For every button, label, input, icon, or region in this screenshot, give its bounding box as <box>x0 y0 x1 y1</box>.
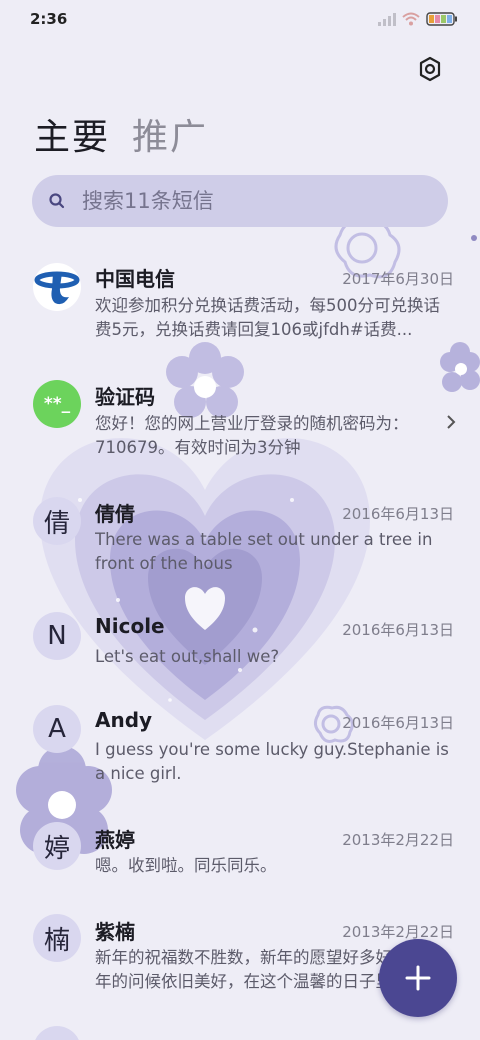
sender-name: 紫楠 <box>95 920 135 944</box>
status-bar: 2:36 <box>0 0 480 40</box>
message-date: 2016年6月13日 <box>342 714 454 732</box>
avatar: N <box>33 612 81 660</box>
message-preview: I guess you're some lucky guy.Stephanie … <box>95 740 449 783</box>
message-preview: 您好！您的网上营业厅登录的随机密码为：710679。有效时间为3分钟 <box>95 414 409 457</box>
message-date: 2016年6月13日 <box>342 505 454 523</box>
message-item-yanting[interactable]: 婷 燕婷 2013年2月22日 嗯。收到啦。同乐同乐。 <box>0 822 480 882</box>
wifi-icon <box>402 12 420 26</box>
avatar: 倩 <box>33 497 81 545</box>
plus-icon <box>405 965 431 991</box>
message-preview: Let's eat out,shall we? <box>95 647 280 666</box>
signal-icon <box>378 13 396 26</box>
search-bar[interactable] <box>32 175 448 227</box>
category-tabs: 主要 推广 <box>34 108 208 160</box>
message-preview: There was a table set out under a tree i… <box>95 530 433 573</box>
search-icon <box>49 193 65 209</box>
sender-name: Nicole <box>95 614 165 638</box>
new-message-button[interactable] <box>379 939 457 1017</box>
avatar: A <box>33 705 81 753</box>
status-icons <box>378 12 458 26</box>
message-item-verification-code[interactable]: **_ 验证码 您好！您的网上营业厅登录的随机密码为：710679。有效时间为3… <box>0 378 480 468</box>
message-item-andy[interactable]: A Andy 2016年6月13日 I guess you're some lu… <box>0 705 480 795</box>
battery-icon <box>426 12 457 26</box>
sender-name: 燕婷 <box>95 828 135 852</box>
tab-promotions[interactable]: 推广 <box>132 108 208 160</box>
sender-name: Andy <box>95 708 153 732</box>
avatar <box>33 1026 81 1040</box>
sender-name: 验证码 <box>95 385 155 409</box>
avatar: 婷 <box>33 822 81 870</box>
message-date: 2013年2月22日 <box>342 923 454 941</box>
message-preview: 欢迎参加积分兑换话费活动，每500分可兑换话费5元，兑换话费请回复106或jfd… <box>95 296 440 339</box>
tab-primary[interactable]: 主要 <box>34 108 110 160</box>
sender-name: 中国电信 <box>95 267 175 291</box>
message-date: 2016年6月13日 <box>342 621 454 639</box>
avatar: 楠 <box>33 914 81 962</box>
verification-code-icon: **_ <box>33 380 81 428</box>
message-item-partial[interactable] <box>0 1026 480 1040</box>
message-item-china-telecom[interactable]: 中国电信 2017年6月30日 欢迎参加积分兑换话费活动，每500分可兑换话费5… <box>0 255 480 355</box>
message-date: 2017年6月30日 <box>342 270 454 288</box>
message-item-qianqian[interactable]: 倩 倩倩 2016年6月13日 There was a table set ou… <box>0 495 480 585</box>
message-item-nicole[interactable]: N Nicole 2016年6月13日 Let's eat out,shall … <box>0 612 480 672</box>
settings-gear-icon[interactable] <box>416 55 444 83</box>
china-telecom-logo-icon <box>34 264 80 310</box>
status-time: 2:36 <box>30 10 68 28</box>
avatar <box>33 263 81 311</box>
sender-name: 倩倩 <box>95 502 135 526</box>
search-input[interactable] <box>80 188 424 214</box>
message-preview: 嗯。收到啦。同乐同乐。 <box>95 856 277 875</box>
message-date: 2013年2月22日 <box>342 831 454 849</box>
chevron-right-icon <box>447 415 456 429</box>
